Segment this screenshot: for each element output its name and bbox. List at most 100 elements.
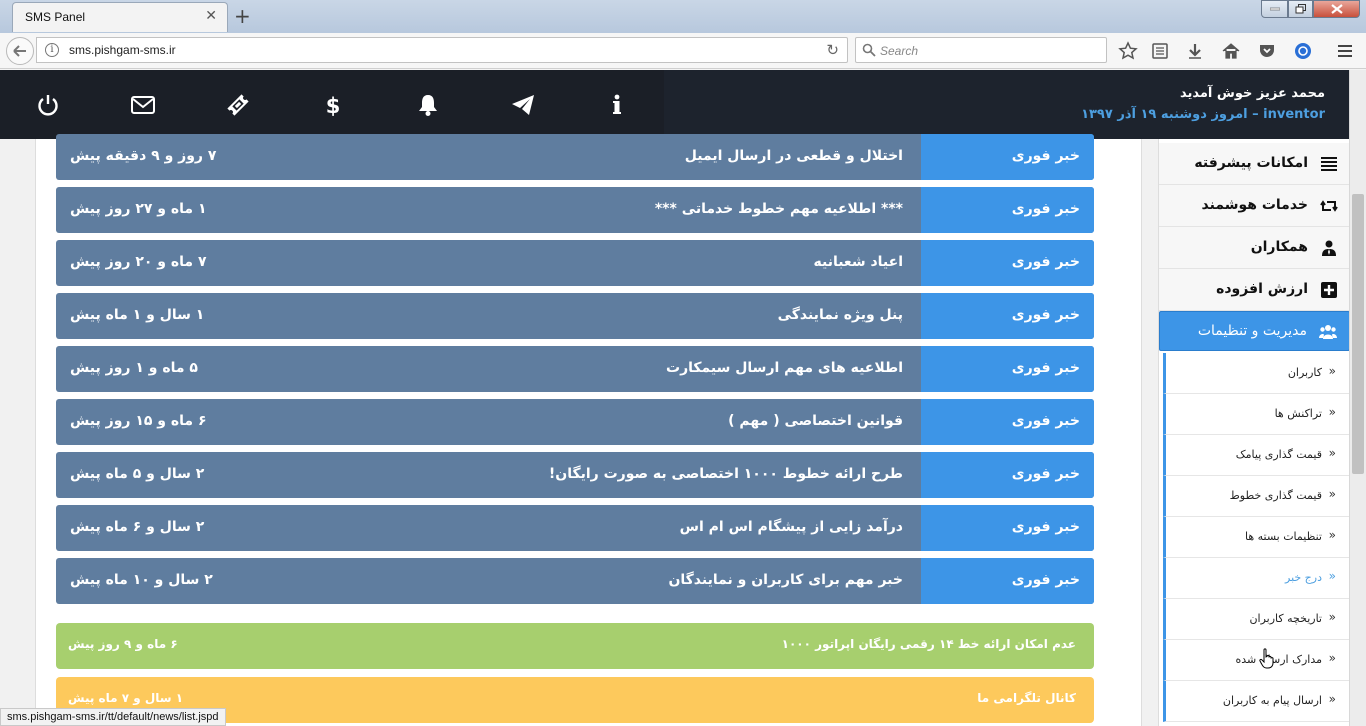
list-icon <box>1321 157 1337 171</box>
browser-navbar: i sms.pishgam-sms.ir ↻ Search <box>0 33 1366 69</box>
reading-list-icon[interactable] <box>1150 41 1170 61</box>
browser-tab[interactable]: SMS Panel ✕ <box>12 2 228 32</box>
window-close-button[interactable] <box>1313 0 1360 18</box>
news-badge-label: خبر فوری <box>1011 307 1080 323</box>
sidebar-subitem[interactable]: » تراکنش ها <box>1163 394 1349 435</box>
page-scrollbar[interactable] <box>1349 70 1366 726</box>
sidebar-subitem[interactable]: » ارسال پیام به کاربران <box>1163 681 1349 722</box>
power-icon[interactable] <box>35 92 61 118</box>
news-row[interactable]: خبر فوری پنل ویژه نمایندگی ۱ سال و ۱ ماه پ… <box>56 293 1094 339</box>
news-badge-label: خبر فوری <box>1011 466 1080 482</box>
scrollbar-thumb[interactable] <box>1352 194 1364 474</box>
search-input[interactable]: Search <box>855 37 1107 63</box>
new-tab-icon[interactable]: + <box>234 4 251 28</box>
alert-row[interactable]: عدم امکان ارائه خط ۱۴ رقمی رایگان اپراتو… <box>56 623 1094 669</box>
news-title[interactable]: طرح ارائه خطوط ۱۰۰۰ اختصاصی به صورت رایگ… <box>549 466 903 482</box>
news-title[interactable]: خبر مهم برای کاربران و نمایندگان <box>668 572 903 588</box>
news-row[interactable]: خبر فوری طرح ارائه خطوط ۱۰۰۰ اختصاصی به ص… <box>56 452 1094 498</box>
home-icon[interactable] <box>1221 41 1241 61</box>
menu-icon[interactable] <box>1335 41 1355 61</box>
sidebar-item-colleagues[interactable]: همکاران <box>1159 227 1349 269</box>
site-info-icon[interactable]: i <box>45 43 59 57</box>
sidebar-item-label: امکانات پیشرفته <box>1194 155 1308 171</box>
news-row[interactable]: خبر فوری قوانین اختصاصی ( مهم ) ۶ ماه و ۱۵… <box>56 399 1094 445</box>
news-badge: خبر فوری <box>921 293 1094 339</box>
pocket-icon[interactable] <box>1257 41 1277 61</box>
sidebar-subitem[interactable]: » درج خبر <box>1163 558 1349 599</box>
news-row[interactable]: خبر فوری اطلاعیه های مهم ارسال سیمکارت ۵ م… <box>56 346 1094 392</box>
url-bar[interactable]: i sms.pishgam-sms.ir ↻ <box>36 37 848 63</box>
dollar-icon[interactable]: $ <box>320 92 346 118</box>
mail-icon[interactable] <box>130 92 156 118</box>
news-title[interactable]: درآمد زایی از پیشگام اس ام اس <box>680 519 903 535</box>
sidebar-subitem[interactable]: » قیمت گذاری خطوط <box>1163 476 1349 517</box>
alert-title[interactable]: عدم امکان ارائه خط ۱۴ رقمی رایگان اپراتو… <box>782 637 1076 651</box>
sidebar-item-label: همکاران <box>1250 239 1308 255</box>
news-title[interactable]: اعیاد شعبانیه <box>814 254 904 270</box>
bookmark-star-icon[interactable] <box>1118 41 1138 61</box>
news-row[interactable]: خبر فوری اختلال و قطعی در ارسال ایمیل ۷ رو… <box>56 134 1094 180</box>
sidebar-subitem[interactable]: » تاریخچه کاربران <box>1163 599 1349 640</box>
search-placeholder: Search <box>880 44 919 58</box>
window-restore-button[interactable] <box>1288 0 1313 18</box>
news-badge: خبر فوری <box>921 240 1094 286</box>
bell-icon[interactable] <box>415 92 441 118</box>
news-badge: خبر فوری <box>921 505 1094 551</box>
news-row[interactable]: خبر فوری اعیاد شعبانیه ۷ ماه و ۲۰ روز پیش <box>56 240 1094 286</box>
sidebar-subitem-label: قیمت گذاری خطوط <box>1229 489 1322 502</box>
welcome-panel: محمد عزیز خوش آمدید inventor – امروز دوش… <box>664 70 1349 139</box>
send-icon[interactable] <box>510 92 536 118</box>
retweet-icon <box>1320 200 1338 212</box>
news-badge: خبر فوری <box>921 399 1094 445</box>
double-chevron-icon: » <box>1328 364 1336 378</box>
ticket-icon[interactable] <box>225 92 251 118</box>
news-badge-label: خبر فوری <box>1011 254 1080 270</box>
back-arrow-icon <box>13 45 26 57</box>
double-chevron-icon: » <box>1328 569 1336 583</box>
news-title[interactable]: قوانین اختصاصی ( مهم ) <box>728 413 903 429</box>
sidebar-item-smart-services[interactable]: خدمات هوشمند <box>1159 185 1349 227</box>
download-icon[interactable] <box>1185 41 1205 61</box>
news-badge-label: خبر فوری <box>1011 148 1080 164</box>
alert-title[interactable]: کانال تلگرامی ما <box>977 691 1076 705</box>
sidebar-item-label: ارزش افزوده <box>1216 281 1308 297</box>
sidebar-subitem-label: تراکنش ها <box>1274 407 1322 420</box>
sidebar-subitem-label: تنظیمات بسته ها <box>1244 530 1322 543</box>
extension-icon[interactable] <box>1293 41 1313 61</box>
plus-square-icon <box>1321 282 1337 298</box>
sidebar-item-advanced[interactable]: امکانات پیشرفته <box>1159 143 1349 185</box>
sidebar-subitem[interactable]: » کاربران <box>1163 353 1349 394</box>
back-button[interactable] <box>6 37 34 65</box>
status-bar: sms.pishgam-sms.ir/tt/default/news/list.… <box>0 708 226 726</box>
sidebar: امکانات پیشرفته خدمات هوشمند همکاران ارز… <box>1158 139 1349 726</box>
news-title[interactable]: *** اطلاعیه مهم خطوط خدماتی *** <box>655 201 903 217</box>
sidebar-item-management[interactable]: مدیریت و تنظیمات <box>1159 311 1349 351</box>
news-title[interactable]: پنل ویژه نمایندگی <box>778 307 903 323</box>
sidebar-subitem-label: تاریخچه کاربران <box>1249 612 1322 625</box>
reload-icon[interactable]: ↻ <box>826 41 839 59</box>
news-time: ۵ ماه و ۱ روز پیش <box>70 360 198 376</box>
news-row[interactable]: خبر فوری درآمد زایی از پیشگام اس ام اس ۲ س… <box>56 505 1094 551</box>
news-row[interactable]: خبر فوری *** اطلاعیه مهم خطوط خدماتی *** ۱… <box>56 187 1094 233</box>
double-chevron-icon: » <box>1328 446 1336 460</box>
browser-titlebar: SMS Panel ✕ + <box>0 0 1366 33</box>
sidebar-subitem[interactable]: » مدارک ارسال شده <box>1163 640 1349 681</box>
user-tie-icon <box>1322 240 1336 256</box>
window-minimize-button[interactable] <box>1261 0 1288 18</box>
top-navbar: $ محمد عزیز خوش آمدید inventor – امروز د… <box>0 70 1349 139</box>
news-time: ۶ ماه و ۱۵ روز پیش <box>70 413 207 429</box>
sidebar-subitem-label: ارسال پیام به کاربران <box>1222 694 1322 707</box>
sidebar-item-value-added[interactable]: ارزش افزوده <box>1159 269 1349 311</box>
news-row[interactable]: خبر فوری خبر مهم برای کاربران و نمایندگان… <box>56 558 1094 604</box>
sidebar-subitem-label: کاربران <box>1287 366 1322 379</box>
tab-close-icon[interactable]: ✕ <box>205 8 217 24</box>
news-title[interactable]: اختلال و قطعی در ارسال ایمیل <box>685 148 903 164</box>
news-title[interactable]: اطلاعیه های مهم ارسال سیمکارت <box>666 360 903 376</box>
info-icon[interactable] <box>604 92 630 118</box>
sidebar-subitem[interactable]: » تنظیمات بسته ها <box>1163 517 1349 558</box>
date-line: inventor – امروز دوشنبه ۱۹ آذر ۱۳۹۷ <box>1081 107 1325 122</box>
username-link[interactable]: inventor <box>1263 107 1325 122</box>
url-text: sms.pishgam-sms.ir <box>69 43 176 57</box>
sidebar-subitem[interactable]: » قیمت گذاری پیامک <box>1163 435 1349 476</box>
news-badge: خبر فوری <box>921 187 1094 233</box>
